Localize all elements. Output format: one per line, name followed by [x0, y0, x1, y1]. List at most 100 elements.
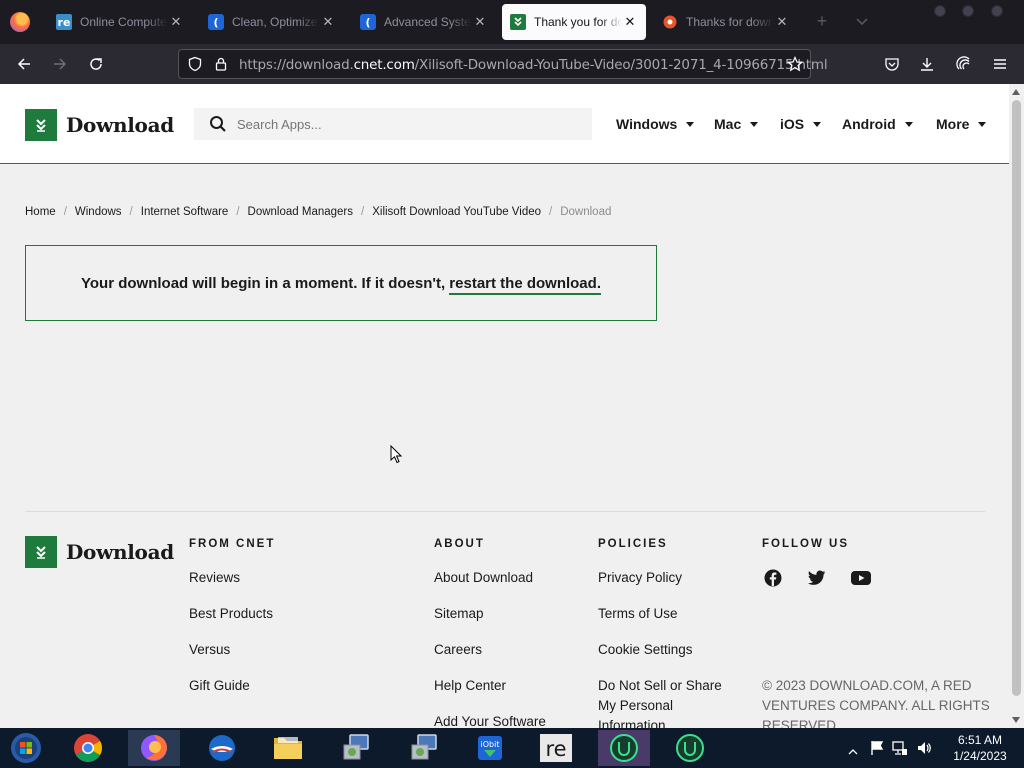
- downloads-icon[interactable]: [913, 50, 941, 78]
- tab-3[interactable]: ( Advanced SystemCare ✕: [352, 4, 496, 40]
- mouse-cursor-icon: [390, 444, 403, 469]
- web-page: Download Windows Mac iOS Android More Ho…: [0, 84, 1009, 728]
- nav-more[interactable]: More: [936, 116, 987, 132]
- search-input[interactable]: [237, 116, 567, 132]
- iobit-icon[interactable]: iObit: [464, 730, 516, 766]
- site-logo[interactable]: Download: [25, 109, 174, 141]
- tab-strip: re Online Computer Help ✕ ( Clean, Optim…: [0, 0, 1024, 44]
- search-box[interactable]: [194, 108, 592, 140]
- tab-label: Clean, Optimize, Speed: [232, 15, 320, 29]
- caret-down-icon: [686, 121, 695, 127]
- scroll-down-arrow-icon[interactable]: [1012, 717, 1020, 723]
- footer-title-from-cnet: FROM CNET: [189, 538, 276, 550]
- ultra-app-icon[interactable]: [598, 730, 650, 766]
- opera-icon[interactable]: [196, 730, 248, 766]
- tab-1[interactable]: re Online Computer Help ✕: [48, 4, 192, 40]
- new-tab-plus-icon[interactable]: +: [812, 11, 832, 31]
- footer-link-terms-of-use[interactable]: Terms of Use: [598, 604, 678, 624]
- pocket-icon[interactable]: [878, 50, 906, 78]
- tab-close-icon[interactable]: ✕: [168, 14, 184, 30]
- footer-link-versus[interactable]: Versus: [189, 640, 230, 660]
- network-icon[interactable]: [892, 740, 908, 761]
- caret-down-icon: [750, 121, 759, 127]
- tab-label: Advanced SystemCare: [384, 15, 472, 29]
- reload-icon[interactable]: [82, 50, 110, 78]
- svg-text:re: re: [545, 737, 566, 761]
- breadcrumb-current: Download: [560, 206, 612, 218]
- footer-link-about-download[interactable]: About Download: [434, 568, 533, 588]
- installer-app-icon[interactable]: [330, 730, 382, 766]
- restart-download-link[interactable]: restart the download.: [449, 274, 601, 295]
- nav-android[interactable]: Android: [842, 116, 913, 132]
- hamburger-menu-icon[interactable]: [986, 50, 1014, 78]
- url-text[interactable]: https://download.cnet.com/Xilisoft-Downl…: [239, 57, 828, 73]
- re-app-icon[interactable]: re: [530, 730, 582, 766]
- tab-label: Online Computer Help: [80, 15, 168, 29]
- minimize-window-icon[interactable]: [934, 5, 946, 17]
- footer-link-add-your-software[interactable]: Add Your Software: [434, 712, 546, 728]
- nav-mac[interactable]: Mac: [714, 116, 759, 132]
- footer-link-best-products[interactable]: Best Products: [189, 604, 273, 624]
- tab-close-icon[interactable]: ✕: [472, 14, 488, 30]
- action-center-flag-icon[interactable]: [870, 740, 884, 761]
- page-scrollbar[interactable]: [1009, 84, 1024, 728]
- scroll-up-arrow-icon[interactable]: [1012, 89, 1020, 95]
- ultra-app-2-icon[interactable]: [664, 730, 716, 766]
- tab-close-icon[interactable]: ✕: [622, 14, 638, 30]
- tracking-protection-shield-icon[interactable]: [187, 56, 203, 77]
- avast-favicon-icon: [662, 14, 678, 30]
- tab-4-active[interactable]: Thank you for downloading ✕: [502, 4, 646, 40]
- footer-link-reviews[interactable]: Reviews: [189, 568, 240, 588]
- start-button-icon[interactable]: [0, 730, 52, 766]
- taskbar-clock[interactable]: 6:51 AM 1/24/2023: [944, 732, 1016, 764]
- list-all-tabs-chevron-icon[interactable]: [852, 11, 872, 31]
- caret-down-icon: [813, 121, 822, 127]
- footer-link-gift-guide[interactable]: Gift Guide: [189, 676, 250, 696]
- breadcrumb-internet-software[interactable]: Internet Software: [141, 206, 229, 218]
- installer-app-2-icon[interactable]: [398, 730, 450, 766]
- download-logo-icon: [25, 109, 57, 141]
- footer-title-about: ABOUT: [434, 538, 485, 550]
- nav-windows[interactable]: Windows: [616, 116, 695, 132]
- logo-text: Download: [66, 113, 174, 137]
- tab-2[interactable]: ( Clean, Optimize, Speed ✕: [200, 4, 344, 40]
- chrome-icon[interactable]: [62, 730, 114, 766]
- extension-icon[interactable]: [950, 50, 978, 78]
- facebook-icon[interactable]: [763, 568, 783, 588]
- volume-icon[interactable]: [916, 740, 932, 761]
- notice-message: Your download will begin in a moment. If…: [81, 274, 601, 295]
- scrollbar-thumb[interactable]: [1012, 100, 1021, 696]
- show-hidden-icons-icon[interactable]: [848, 743, 858, 761]
- tab-5[interactable]: Thanks for downloading ✕: [654, 4, 798, 40]
- lock-icon[interactable]: [213, 56, 229, 77]
- footer-link-careers[interactable]: Careers: [434, 640, 482, 660]
- windows-taskbar: iObit re 6:51 AM 1/24/2023: [0, 728, 1024, 768]
- nav-ios[interactable]: iOS: [780, 116, 822, 132]
- download-notice: Your download will begin in a moment. If…: [25, 245, 657, 321]
- close-window-icon[interactable]: [991, 5, 1003, 17]
- back-arrow-icon[interactable]: [10, 50, 38, 78]
- youtube-icon[interactable]: [851, 568, 871, 588]
- tab-close-icon[interactable]: ✕: [774, 14, 790, 30]
- footer-link-cookie-settings[interactable]: Cookie Settings: [598, 640, 693, 660]
- breadcrumb-download-managers[interactable]: Download Managers: [248, 206, 353, 218]
- twitter-icon[interactable]: [807, 568, 827, 588]
- maximize-window-icon[interactable]: [962, 5, 974, 17]
- footer-logo[interactable]: Download: [25, 536, 174, 568]
- address-bar[interactable]: https://download.cnet.com/Xilisoft-Downl…: [178, 49, 828, 79]
- footer-link-privacy-policy[interactable]: Privacy Policy: [598, 568, 682, 588]
- site-header: Download Windows Mac iOS Android More: [0, 84, 1009, 164]
- breadcrumb-product[interactable]: Xilisoft Download YouTube Video: [372, 206, 541, 218]
- footer-link-help-center[interactable]: Help Center: [434, 676, 506, 696]
- tab-label: Thanks for downloading: [686, 15, 774, 29]
- bookmark-star-icon[interactable]: [786, 56, 804, 77]
- tab-close-icon[interactable]: ✕: [320, 14, 336, 30]
- footer-link-do-not-sell[interactable]: Do Not Sell or Share My Personal Informa…: [598, 676, 738, 728]
- firefox-menu-icon[interactable]: [10, 12, 30, 32]
- breadcrumb-windows[interactable]: Windows: [75, 206, 122, 218]
- breadcrumb-home[interactable]: Home: [25, 206, 56, 218]
- file-explorer-icon[interactable]: [262, 730, 314, 766]
- firefox-taskbar-icon[interactable]: [128, 730, 180, 766]
- forward-arrow-icon[interactable]: [46, 50, 74, 78]
- footer-link-sitemap[interactable]: Sitemap: [434, 604, 484, 624]
